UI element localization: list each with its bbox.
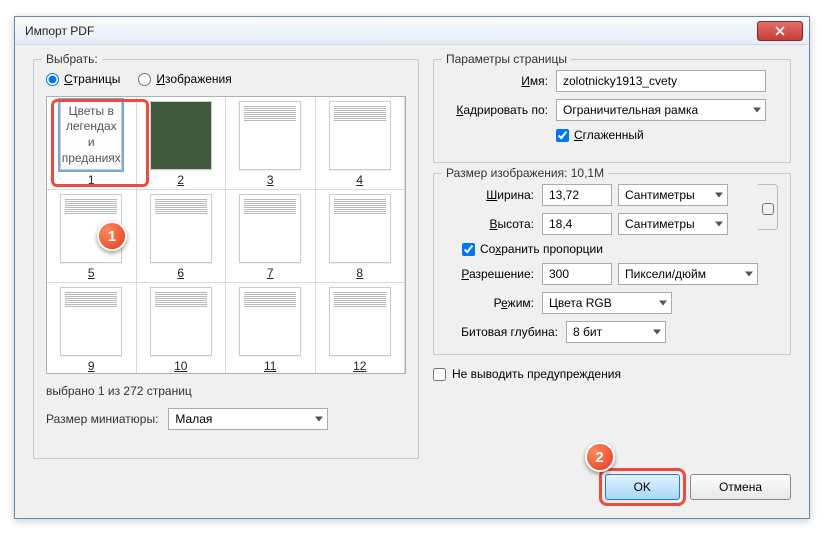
antialias-checkbox[interactable]: Сглаженный (556, 128, 644, 142)
page-params-legend: Параметры страницы (442, 52, 571, 66)
suppress-warnings-checkbox[interactable]: Не выводить предупреждения (433, 367, 791, 381)
height-unit-combo[interactable]: Сантиметры (618, 213, 728, 235)
thumbnail-page: Цветы в легендах и преданиях (60, 100, 122, 170)
thumbnail-10[interactable]: 10 (137, 283, 227, 374)
thumbnail-3[interactable]: 3 (226, 97, 316, 190)
height-input[interactable]: 18,4 (542, 213, 612, 235)
dialog-buttons: 2 OK Отмена (605, 474, 791, 500)
thumbnail-number: 10 (174, 359, 187, 373)
chevron-down-icon (753, 108, 761, 113)
name-input[interactable]: zolotnicky1913_cvety (556, 70, 766, 92)
radio-images[interactable]: Изображения (138, 72, 231, 86)
link-icon[interactable] (758, 184, 778, 230)
mode-combo[interactable]: Цвета RGB (542, 292, 672, 314)
antialias-input[interactable] (556, 129, 569, 142)
resolution-input[interactable]: 300 (542, 263, 612, 285)
thumbnail-number: 8 (356, 266, 363, 280)
width-input[interactable]: 13,72 (542, 184, 612, 206)
suppress-warnings-input[interactable] (433, 368, 446, 381)
close-icon (775, 26, 785, 36)
thumbnail-number: 3 (267, 173, 274, 187)
thumbnail-9[interactable]: 9 (47, 283, 137, 374)
thumbnail-7[interactable]: 7 (226, 190, 316, 283)
thumbnail-number: 4 (356, 173, 363, 187)
thumbnail-page (150, 194, 212, 263)
chevron-down-icon (715, 222, 723, 227)
crop-combo[interactable]: Ограничительная рамка (556, 99, 766, 121)
radio-pages-input[interactable] (46, 73, 59, 86)
thumbnail-page (150, 101, 212, 170)
resolution-unit-combo[interactable]: Пиксели/дюйм (618, 263, 758, 285)
thumbnail-number: 5 (88, 266, 95, 280)
thumbnail-12[interactable]: 12 (316, 283, 406, 374)
annotation-marker-2: 2 (585, 442, 615, 472)
thumb-size-value: Малая (175, 412, 212, 426)
thumb-size-combo[interactable]: Малая (168, 408, 328, 430)
annotation-marker-1: 1 (97, 221, 127, 251)
thumbnail-number: 2 (177, 173, 184, 187)
thumbnail-4[interactable]: 4 (316, 97, 406, 190)
page-params-group: Параметры страницы Имя: zolotnicky1913_c… (433, 59, 791, 163)
window-title: Импорт PDF (21, 24, 757, 38)
ok-button[interactable]: OK (605, 474, 680, 500)
thumbnail-page (239, 194, 301, 263)
import-pdf-dialog: Импорт PDF Выбрать: Страницы Изображения… (14, 16, 810, 519)
thumbnail-page (150, 287, 212, 356)
constrain-input[interactable] (462, 243, 475, 256)
select-legend: Выбрать: (42, 52, 102, 66)
thumbnail-2[interactable]: 2 (137, 97, 227, 190)
thumbnail-1[interactable]: Цветы в легендах и преданиях 1 (47, 97, 137, 190)
thumbnail-page (60, 287, 122, 356)
depth-combo[interactable]: 8 бит (566, 321, 666, 343)
thumbnail-number: 1 (88, 173, 95, 187)
constrain-checkbox[interactable]: Сохранить пропорции (462, 242, 603, 256)
thumb-size-label: Размер миниатюры: (46, 412, 158, 426)
select-mode-radios: Страницы Изображения (46, 70, 406, 90)
thumbnail-number: 12 (353, 359, 366, 373)
thumbnail-page (329, 194, 391, 263)
thumb-size-row: Размер миниатюры: Малая (46, 408, 406, 430)
thumbnail-8[interactable]: 8 (316, 190, 406, 283)
image-size-group: Размер изображения: 10,1M Ширина: 13,72 … (433, 173, 791, 355)
chevron-down-icon (653, 330, 661, 335)
thumbnail-number: 7 (267, 266, 274, 280)
thumbnail-number: 9 (88, 359, 95, 373)
radio-pages[interactable]: Страницы (46, 72, 120, 86)
select-group: Выбрать: Страницы Изображения Цветы в ле… (33, 59, 419, 459)
thumbnail-page (329, 101, 391, 170)
chevron-down-icon (745, 272, 753, 277)
chevron-down-icon (715, 193, 723, 198)
image-size-legend: Размер изображения: 10,1M (442, 166, 608, 180)
chevron-down-icon (315, 417, 323, 422)
thumbnail-page (239, 101, 301, 170)
selection-status: выбрано 1 из 272 страниц (46, 384, 406, 398)
radio-images-input[interactable] (138, 73, 151, 86)
titlebar: Импорт PDF (15, 17, 809, 45)
width-unit-combo[interactable]: Сантиметры (618, 184, 728, 206)
thumbnail-number: 6 (177, 266, 184, 280)
thumbnail-number: 11 (264, 359, 276, 373)
chevron-down-icon (659, 301, 667, 306)
thumbnail-11[interactable]: 11 (226, 283, 316, 374)
thumbnail-6[interactable]: 6 (137, 190, 227, 283)
thumbnail-page (239, 287, 301, 356)
thumbnail-page (329, 287, 391, 356)
cancel-button[interactable]: Отмена (690, 474, 791, 500)
right-column: Параметры страницы Имя: zolotnicky1913_c… (433, 59, 791, 381)
close-button[interactable] (757, 21, 803, 41)
